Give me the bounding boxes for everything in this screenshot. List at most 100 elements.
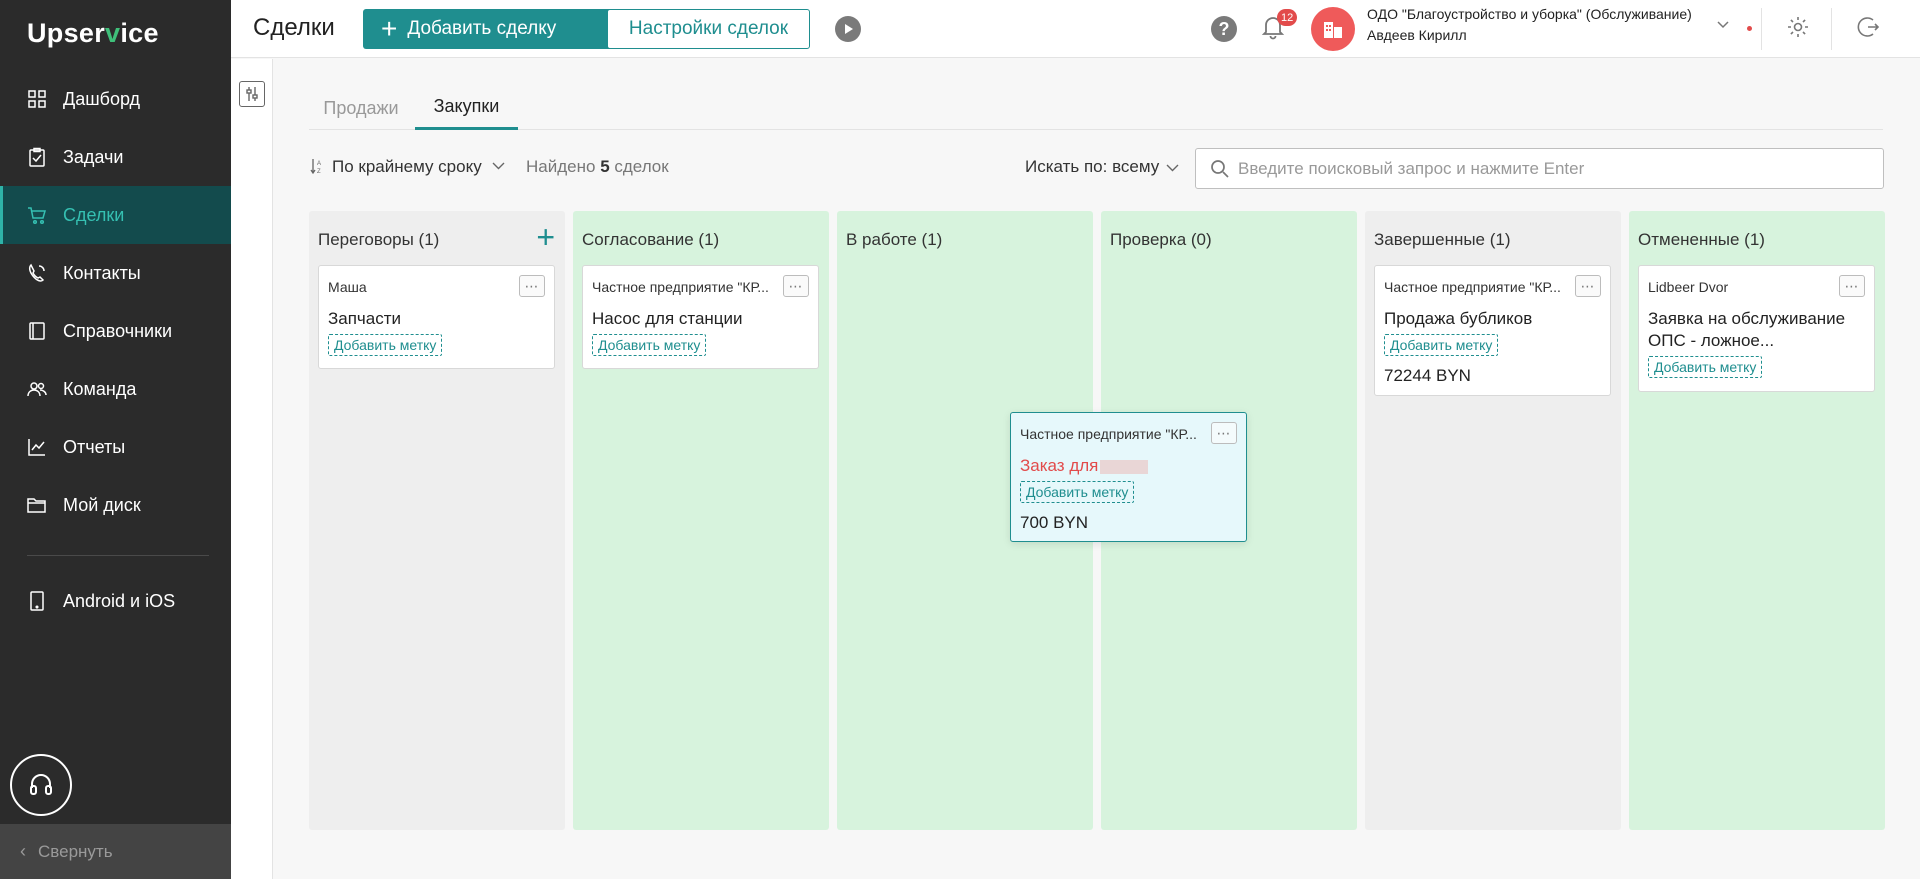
card-menu-button[interactable]: ⋯ [1211, 422, 1237, 444]
reports-icon [27, 437, 47, 457]
card-company: Частное предприятие "КР... [1384, 279, 1561, 295]
play-icon [845, 24, 853, 34]
chevron-down-icon[interactable] [1716, 18, 1730, 37]
sidebar-item-label: Контакты [63, 262, 141, 283]
column-cancelled: Отмененные (1) Lidbeer Dvor ⋯ Заявка на … [1629, 211, 1885, 830]
sidebar-item-reports[interactable]: Отчеты [0, 418, 231, 476]
card-title: Насос для станции [592, 309, 743, 328]
filter-toggle-button[interactable] [239, 81, 265, 107]
organization-name[interactable]: ОДО "Благоустройство и уборка" (Обслужив… [1367, 6, 1692, 22]
card-company: Маша [328, 279, 367, 295]
add-tag-button[interactable]: Добавить метку [328, 334, 443, 356]
user-name[interactable]: Авдеев Кирилл [1367, 27, 1467, 43]
tab-sales[interactable]: Продажи [309, 86, 413, 130]
add-tag-button[interactable]: Добавить метку [1020, 481, 1135, 503]
sidebar-item-label: Задачи [63, 146, 124, 167]
add-tag-button[interactable]: Добавить метку [1648, 356, 1763, 378]
sidebar-item-tasks[interactable]: Задачи [0, 128, 231, 186]
add-tag-button[interactable]: Добавить метку [1384, 334, 1499, 356]
sidebar: Upservice Дашборд Задачи Сделки Контакты… [0, 0, 231, 879]
add-deal-button[interactable]: + Добавить сделку [363, 9, 621, 49]
more-icon: ⋯ [1580, 277, 1596, 294]
card-menu-button[interactable]: ⋯ [1839, 275, 1865, 297]
add-deal-label: Добавить сделку [407, 18, 557, 39]
svg-text:A: A [317, 161, 321, 167]
folder-icon [27, 495, 47, 515]
card-title: Запчасти [328, 309, 402, 328]
contacts-icon [27, 263, 47, 283]
support-button[interactable] [10, 754, 72, 816]
topbar-divider [1831, 8, 1832, 50]
topbar: Сделки + Добавить сделку Настройки сдело… [231, 0, 1920, 58]
card-amount: 72244 BYN [1384, 366, 1471, 385]
add-card-button[interactable]: + [536, 221, 555, 253]
collapse-label: Свернуть [38, 841, 113, 861]
sidebar-divider [27, 555, 209, 556]
card-title: Заявка на обслуживание ОПС - ложное... [1648, 309, 1846, 350]
sidebar-mobile-section: Android и iOS [0, 572, 231, 630]
more-icon: ⋯ [1844, 277, 1860, 294]
more-icon: ⋯ [788, 277, 804, 294]
search-icon [1211, 159, 1229, 178]
card-company: Частное предприятие "КР... [592, 279, 769, 295]
sidebar-item-label: Отчеты [63, 436, 126, 457]
question-icon: ? [1218, 18, 1230, 39]
sidebar-item-contacts[interactable]: Контакты [0, 244, 231, 302]
found-count: Найдено 5 сделок [526, 157, 669, 176]
card-menu-button[interactable]: ⋯ [783, 275, 809, 297]
sidebar-item-label: Дашборд [63, 88, 141, 109]
card-title: Продажа бубликов [1384, 309, 1533, 328]
column-title: Отмененные (1) [1638, 230, 1765, 249]
sidebar-item-mobile-apps[interactable]: Android и iOS [0, 572, 231, 630]
more-icon: ⋯ [524, 277, 540, 294]
column-title: Переговоры (1) [318, 230, 440, 249]
sidebar-nav: Дашборд Задачи Сделки Контакты Справочни… [0, 70, 231, 534]
chevron-down-icon [1166, 164, 1179, 172]
help-button[interactable]: ? [1211, 16, 1237, 42]
sidebar-item-my-disk[interactable]: Мой диск [0, 476, 231, 534]
redacted-text [1100, 459, 1149, 474]
sidebar-item-label: Команда [63, 378, 137, 399]
column-completed: Завершенные (1) Частное предприятие "КР.… [1365, 211, 1621, 830]
sidebar-item-dashboard[interactable]: Дашборд [0, 70, 231, 128]
app-logo[interactable]: Upservice [27, 18, 159, 49]
plus-icon: + [381, 13, 398, 44]
tab-purchases[interactable]: Закупки [415, 86, 518, 130]
deal-card[interactable]: Частное предприятие "КР... ⋯ Продажа буб… [1374, 265, 1611, 396]
dragging-deal-card[interactable]: Частное предприятие "КР... ⋯ Заказ для Д… [1010, 412, 1247, 542]
page-title: Сделки [253, 14, 335, 41]
gear-icon [1788, 17, 1808, 37]
sort-dropdown[interactable]: AZ По крайнему сроку [310, 157, 505, 177]
sidebar-item-references[interactable]: Справочники [0, 302, 231, 360]
card-menu-button[interactable]: ⋯ [519, 275, 545, 297]
search-box [1195, 148, 1884, 189]
deal-settings-button[interactable]: Настройки сделок [607, 9, 810, 49]
topbar-divider [1761, 8, 1762, 50]
svg-text:Z: Z [317, 169, 321, 174]
sliders-icon [246, 87, 258, 101]
column-negotiations: Переговоры (1) + Маша ⋯ Запчасти Добавит… [309, 211, 565, 830]
column-title: В работе (1) [846, 230, 943, 249]
deal-card[interactable]: Lidbeer Dvor ⋯ Заявка на обслуживание ОП… [1638, 265, 1875, 392]
add-tag-button[interactable]: Добавить метку [592, 334, 707, 356]
card-menu-button[interactable]: ⋯ [1575, 275, 1601, 297]
sidebar-item-label: Сделки [63, 204, 125, 225]
search-scope-dropdown[interactable]: Искать по: всему [1025, 157, 1179, 177]
play-video-button[interactable] [835, 16, 861, 42]
settings-button[interactable] [1786, 15, 1812, 41]
sidebar-item-team[interactable]: Команда [0, 360, 231, 418]
deal-card[interactable]: Частное предприятие "КР... ⋯ Насос для с… [582, 265, 819, 369]
filter-panel [231, 59, 273, 879]
more-icon: ⋯ [1216, 424, 1232, 441]
chevron-left-icon: ‹ [20, 841, 26, 861]
search-scope-label: Искать по: всему [1025, 157, 1160, 176]
org-avatar[interactable] [1311, 7, 1355, 51]
team-icon [27, 379, 47, 399]
search-input[interactable] [1238, 158, 1868, 179]
logout-button[interactable] [1856, 15, 1882, 41]
column-title: Согласование (1) [582, 230, 720, 249]
deal-card[interactable]: Маша ⋯ Запчасти Добавить метку [318, 265, 555, 369]
sidebar-item-label: Справочники [63, 320, 173, 341]
sidebar-collapse-button[interactable]: ‹ Свернуть [0, 824, 231, 879]
sidebar-item-deals[interactable]: Сделки [0, 186, 231, 244]
